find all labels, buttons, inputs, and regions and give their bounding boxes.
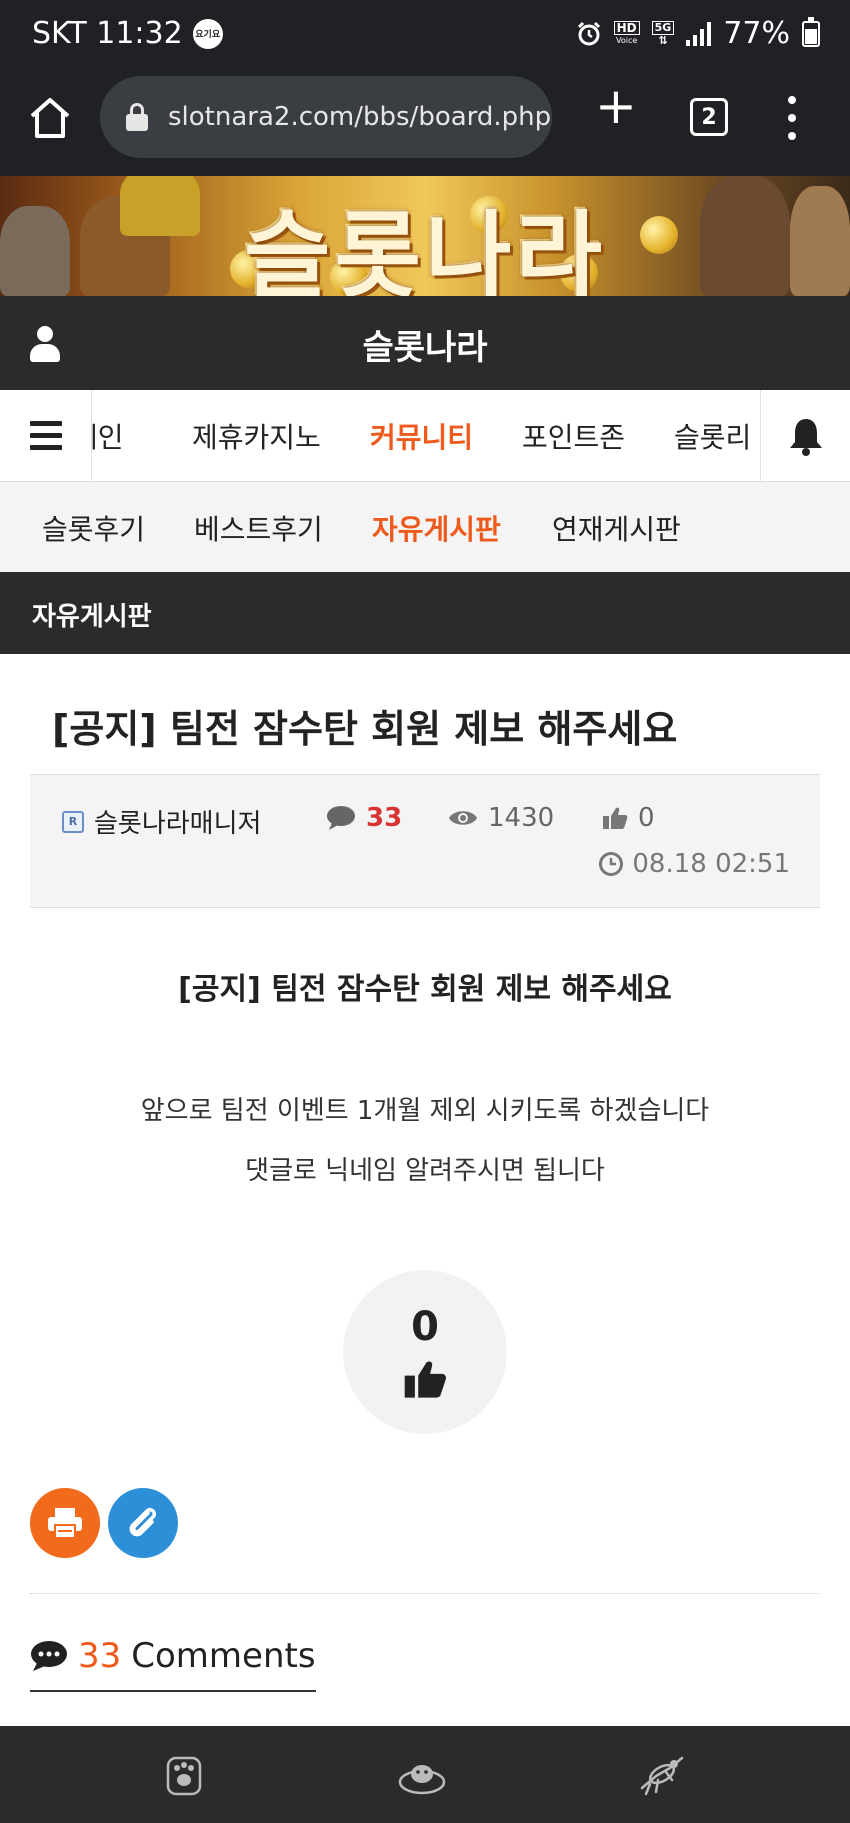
clock-icon [599, 852, 624, 876]
main-nav-scroll[interactable]: 메인 제휴카지노 커뮤니티 포인트존 슬롯리 [92, 390, 760, 481]
sub-item-serial-board[interactable]: 연재게시판 [552, 508, 681, 548]
signal-icon [686, 21, 712, 46]
pet-bed-icon[interactable] [396, 1750, 448, 1800]
thumbs-up-icon [603, 807, 628, 829]
nav-item-point-zone[interactable]: 포인트존 [522, 416, 625, 456]
sub-item-slot-review[interactable]: 슬롯후기 [42, 508, 145, 548]
meta-comments-group: 33 [326, 803, 402, 833]
thumbs-up-icon [404, 1361, 446, 1398]
author-name[interactable]: 슬롯나라매니저 [94, 803, 261, 840]
like-button[interactable]: 0 [343, 1270, 507, 1434]
lock-icon [126, 103, 148, 131]
address-bar[interactable]: slotnara2.com/bbs/board.php? [100, 76, 552, 158]
author-level-icon: R [62, 810, 84, 833]
network-label: 5G [651, 20, 675, 35]
print-icon [48, 1508, 82, 1539]
content-title: [공지] 팀전 잠수탄 회원 제보 해주세요 [178, 972, 672, 1007]
sub-nav: 슬롯후기 베스트후기 자유게시판 연재게시판 [0, 482, 850, 572]
hd-voice-icon: HD Voice [613, 20, 640, 47]
hd-label: HD [613, 20, 640, 35]
battery-percent: 77% [723, 16, 790, 51]
status-left: SKT 11:32 요기요 [32, 16, 223, 51]
bottom-nav [0, 1726, 850, 1823]
site-banner[interactable]: 슬롯나라 [0, 176, 850, 296]
post-title: [공지] 팀전 잠수탄 회원 제보 해주세요 [52, 707, 678, 751]
nav-item-partner-casino[interactable]: 제휴카지노 [192, 416, 321, 456]
sub-item-free-board[interactable]: 자유게시판 [372, 508, 501, 548]
like-count-meta: 0 [638, 803, 655, 833]
alarm-icon [577, 21, 600, 45]
attachment-button[interactable] [108, 1488, 178, 1558]
more-menu-icon[interactable] [786, 96, 798, 140]
hamburger-menu-icon[interactable] [0, 390, 92, 481]
view-count: 1430 [488, 803, 555, 833]
banner-logo-text: 슬롯나라 [244, 202, 606, 296]
content-line-1: 앞으로 팀전 이벤트 1개월 제외 시키도록 하겠습니다 [140, 1096, 710, 1126]
running-pet-icon[interactable] [636, 1750, 688, 1800]
nav-item-slot[interactable]: 슬롯리 [674, 416, 751, 456]
sub-item-best-review[interactable]: 베스트후기 [194, 508, 323, 548]
meta-likes-group: 0 [602, 803, 655, 833]
post-date-group: 08.18 02:51 [598, 849, 790, 879]
bell-icon[interactable] [760, 390, 850, 481]
new-tab-icon[interactable]: + [594, 81, 638, 131]
carrier-time: SKT 11:32 [32, 16, 183, 51]
network-icon: 5G ⇅ [651, 20, 675, 47]
comments-label: Comments [131, 1636, 316, 1676]
status-bar: SKT 11:32 요기요 HD Voice 5G ⇅ 77% [0, 0, 850, 72]
url-text: slotnara2.com/bbs/board.php? [168, 102, 552, 132]
notification-icon: 요기요 [192, 18, 223, 49]
paw-icon[interactable] [158, 1750, 210, 1800]
site-header: 슬롯나라 [0, 296, 850, 390]
battery-icon [802, 16, 820, 47]
eye-icon [449, 811, 477, 825]
print-button[interactable] [30, 1488, 100, 1558]
comments-heading: 33 Comments [30, 1636, 316, 1692]
board-title: 자유게시판 [32, 602, 152, 632]
nav-item-main[interactable]: 메인 [92, 416, 124, 456]
content-line-2: 댓글로 닉네임 알려주시면 됩니다 [245, 1156, 605, 1186]
post-meta: R 슬롯나라매니저 33 1430 0 08.18 02:51 [30, 774, 820, 908]
site-title[interactable]: 슬롯나라 [0, 320, 850, 369]
post-date: 08.18 02:51 [632, 849, 790, 879]
browser-toolbar: slotnara2.com/bbs/board.php? + 2 [0, 72, 850, 176]
meta-author-group[interactable]: R 슬롯나라매니저 [62, 803, 261, 840]
home-icon[interactable] [26, 94, 74, 142]
tab-switcher-button[interactable]: 2 [690, 98, 728, 136]
board-header: 자유게시판 [0, 572, 850, 654]
like-count: 0 [411, 1304, 439, 1350]
divider [30, 1593, 820, 1594]
comments-count: 33 [78, 1636, 122, 1676]
nav-item-community[interactable]: 커뮤니티 [370, 416, 473, 456]
status-right: HD Voice 5G ⇅ 77% [576, 16, 820, 51]
voice-label: Voice [615, 35, 638, 45]
comment-count: 33 [366, 803, 403, 833]
meta-views-group: 1430 [448, 803, 554, 833]
comments-icon [31, 1641, 67, 1671]
main-nav: 메인 제휴카지노 커뮤니티 포인트존 슬롯리 [0, 390, 850, 482]
paperclip-icon [129, 1507, 157, 1537]
comment-icon [327, 806, 355, 830]
